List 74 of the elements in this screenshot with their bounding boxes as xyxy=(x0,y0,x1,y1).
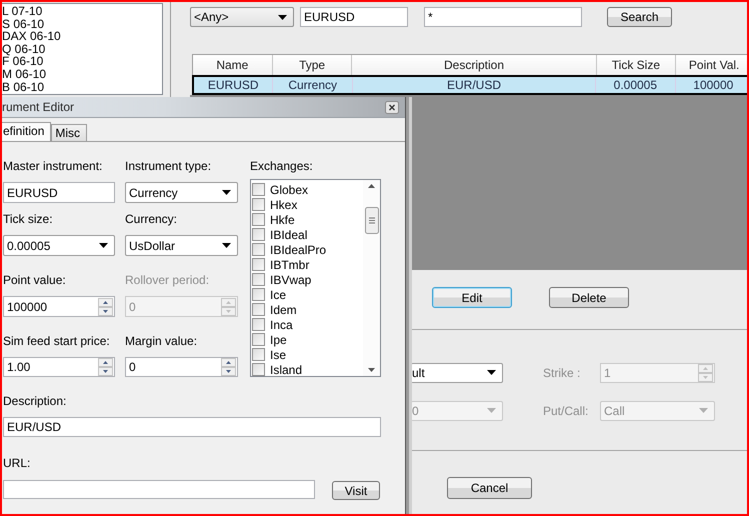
window-title: rument Editor xyxy=(2,100,74,114)
spinner-arrows-icon xyxy=(221,298,236,316)
dropdown[interactable]: ult xyxy=(411,362,503,382)
exchange-checkbox[interactable]: Inca xyxy=(252,317,363,332)
exchange-checkbox[interactable]: Ipe xyxy=(252,332,363,347)
field-label: Instrument type: xyxy=(125,159,212,173)
number-field[interactable]: 1.00 xyxy=(3,357,115,377)
spinner-arrows-icon xyxy=(698,364,713,382)
instrument-item[interactable]: F 06-10 xyxy=(2,55,162,68)
text-field[interactable]: EURUSD xyxy=(3,182,115,203)
exchange-checkbox[interactable]: Idem xyxy=(252,302,363,317)
action-button[interactable]: Delete xyxy=(549,287,629,308)
exchange-checkbox[interactable]: IBVwap xyxy=(252,272,363,287)
field-label: Tick size: xyxy=(3,212,54,226)
dropdown[interactable]: 0.00005 xyxy=(3,235,115,256)
spinner-arrows-icon xyxy=(98,298,113,316)
exchange-checkbox[interactable]: Ise xyxy=(252,347,363,362)
instrument-item[interactable]: DAX 06-10 xyxy=(2,30,162,43)
url-field[interactable] xyxy=(3,480,315,499)
cancel-button[interactable]: Cancel xyxy=(447,477,532,499)
scroll-up-icon[interactable] xyxy=(368,184,375,188)
tab[interactable]: Misc xyxy=(51,124,88,141)
exchange-checkbox[interactable]: Ice xyxy=(252,287,363,302)
number-field[interactable]: 100000 xyxy=(3,296,115,317)
close-icon[interactable] xyxy=(385,100,399,114)
exchanges-list[interactable]: Globex Hkex Hkfe IBIdeal IBIdealPro IBTmbr IBVwap Ice Idem Inca Ipe Ise Island xyxy=(250,179,381,377)
description-field[interactable]: EUR/USD xyxy=(3,417,381,437)
field-label: Put/Call: xyxy=(543,404,590,418)
instrument-item[interactable]: Q 06-10 xyxy=(2,42,162,56)
field-label: Strike : xyxy=(543,366,582,380)
instrument-item[interactable]: M 06-10 xyxy=(2,68,162,81)
exchange-checkbox[interactable]: IBTmbr xyxy=(252,257,363,272)
instrument-item[interactable]: B 06-10 xyxy=(2,80,162,94)
caret-icon xyxy=(222,190,231,195)
search-button[interactable]: Search xyxy=(607,7,672,27)
instrument-item[interactable]: S 06-10 xyxy=(2,18,162,30)
name-field[interactable]: EURUSD xyxy=(300,7,408,27)
field-label: Point value: xyxy=(3,273,67,287)
instrument-list[interactable]: L 07-10 S 06-10 DAX 06-10 Q 06-10 F 06-10 M 06-10 B 06-10 xyxy=(0,3,163,95)
caret-icon xyxy=(278,14,287,20)
scrollbar[interactable] xyxy=(363,180,380,376)
instrument-item[interactable]: L 07-10 xyxy=(2,5,162,18)
exchange-checkbox[interactable]: Globex xyxy=(252,182,363,197)
spinner-arrows-icon xyxy=(221,358,236,376)
exchange-checkbox[interactable]: Hkex xyxy=(252,197,363,212)
caret-icon xyxy=(487,408,496,413)
field-label: Sim feed start price: xyxy=(3,334,111,348)
field-label: Exchanges: xyxy=(250,159,314,173)
dropdown[interactable]: UsDollar xyxy=(125,235,238,256)
type-dropdown[interactable]: <Any> xyxy=(190,7,294,27)
scroll-down-icon[interactable] xyxy=(368,368,375,372)
exchange-checkbox[interactable]: Hkfe xyxy=(252,212,363,227)
field-label: Description: xyxy=(3,394,68,408)
dropdown[interactable]: Currency xyxy=(125,182,238,203)
action-button[interactable]: Edit xyxy=(432,287,512,308)
field-label: URL: xyxy=(3,456,32,470)
spinner-arrows-icon xyxy=(98,358,113,376)
caret-icon xyxy=(99,243,108,248)
table-row[interactable]: EURUSD Currency EUR/USD 0.00005 100000 xyxy=(192,75,749,95)
visit-button[interactable]: Visit xyxy=(332,481,380,500)
description-field[interactable]: * xyxy=(424,7,582,27)
field-label: Currency: xyxy=(125,212,178,226)
exchange-checkbox[interactable]: Island xyxy=(252,362,363,376)
exchange-checkbox[interactable]: IBIdealPro xyxy=(252,242,363,257)
scroll-thumb[interactable] xyxy=(364,207,378,234)
tab[interactable]: efinition xyxy=(0,122,52,141)
number-field[interactable]: 0 xyxy=(125,357,238,377)
caret-icon xyxy=(699,408,708,413)
caret-icon xyxy=(222,243,231,248)
field-label: Master instrument: xyxy=(3,159,104,173)
exchange-checkbox[interactable]: IBIdeal xyxy=(252,227,363,242)
field-label: Rollover period: xyxy=(125,273,210,287)
field-label: Margin value: xyxy=(125,334,198,348)
caret-icon xyxy=(487,370,496,375)
